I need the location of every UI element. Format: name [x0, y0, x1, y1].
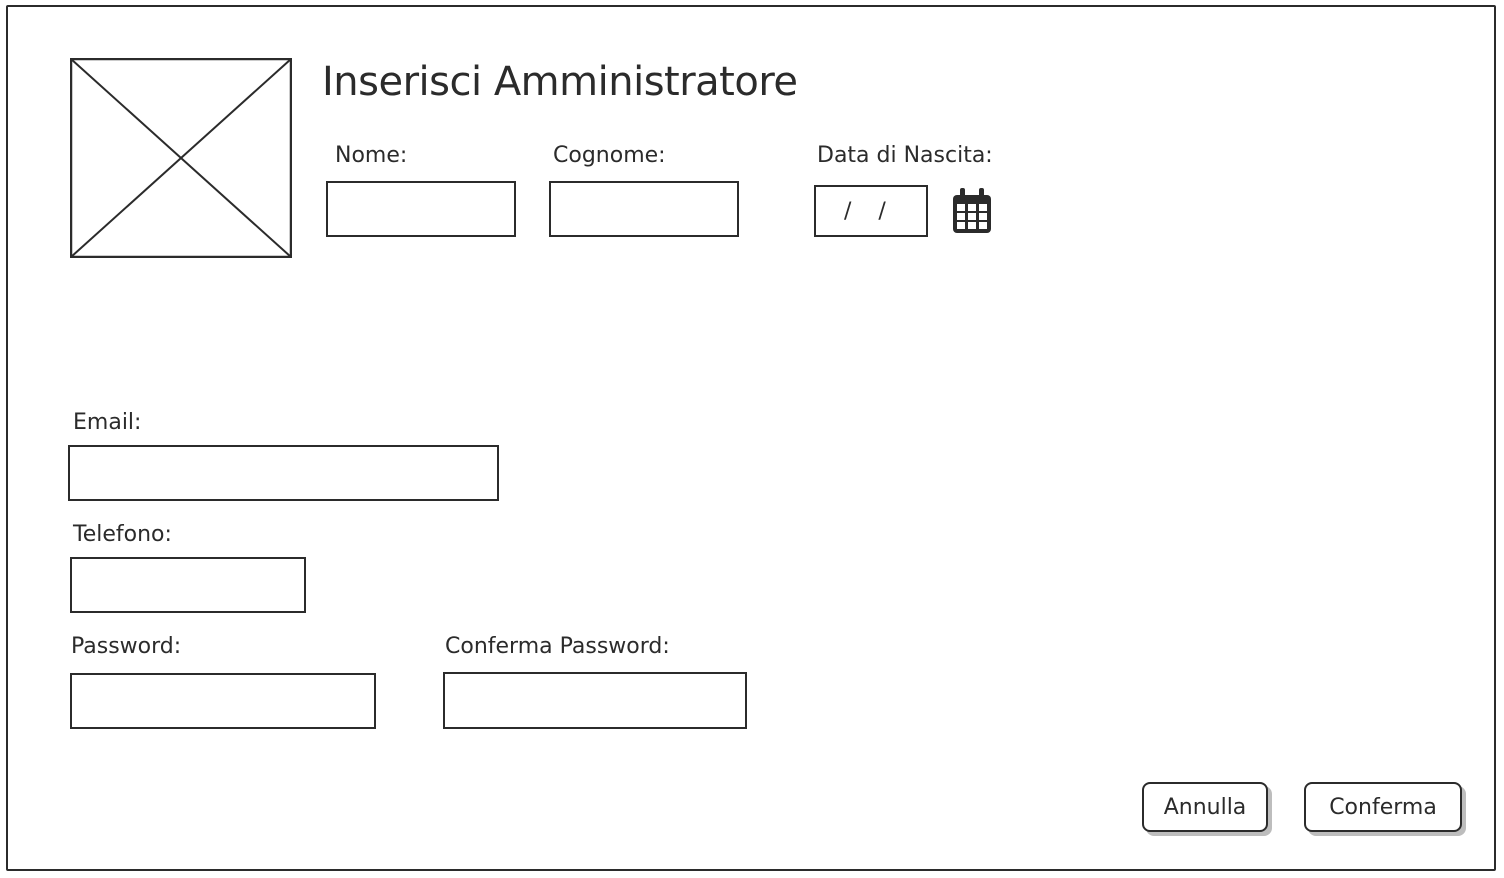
conferma-password-label: Conferma Password:: [445, 634, 670, 659]
image-placeholder-icon: [70, 58, 292, 258]
page-title: Inserisci Amministratore: [322, 59, 798, 105]
nome-label: Nome:: [335, 143, 408, 168]
conferma-password-input[interactable]: [443, 672, 747, 729]
cognome-label: Cognome:: [553, 143, 666, 168]
telefono-label: Telefono:: [73, 522, 172, 547]
data-nascita-input[interactable]: / /: [814, 185, 928, 237]
conferma-button[interactable]: Conferma: [1304, 782, 1462, 832]
password-label: Password:: [71, 634, 182, 659]
calendar-icon[interactable]: [950, 187, 994, 235]
annulla-button[interactable]: Annulla: [1142, 782, 1268, 832]
cognome-input[interactable]: [549, 181, 739, 237]
data-nascita-value: / /: [844, 198, 896, 224]
email-input[interactable]: [68, 445, 499, 501]
password-input[interactable]: [70, 673, 376, 729]
nome-input[interactable]: [326, 181, 516, 237]
email-label: Email:: [73, 410, 142, 435]
data-nascita-label: Data di Nascita:: [817, 143, 993, 168]
telefono-input[interactable]: [70, 557, 306, 613]
